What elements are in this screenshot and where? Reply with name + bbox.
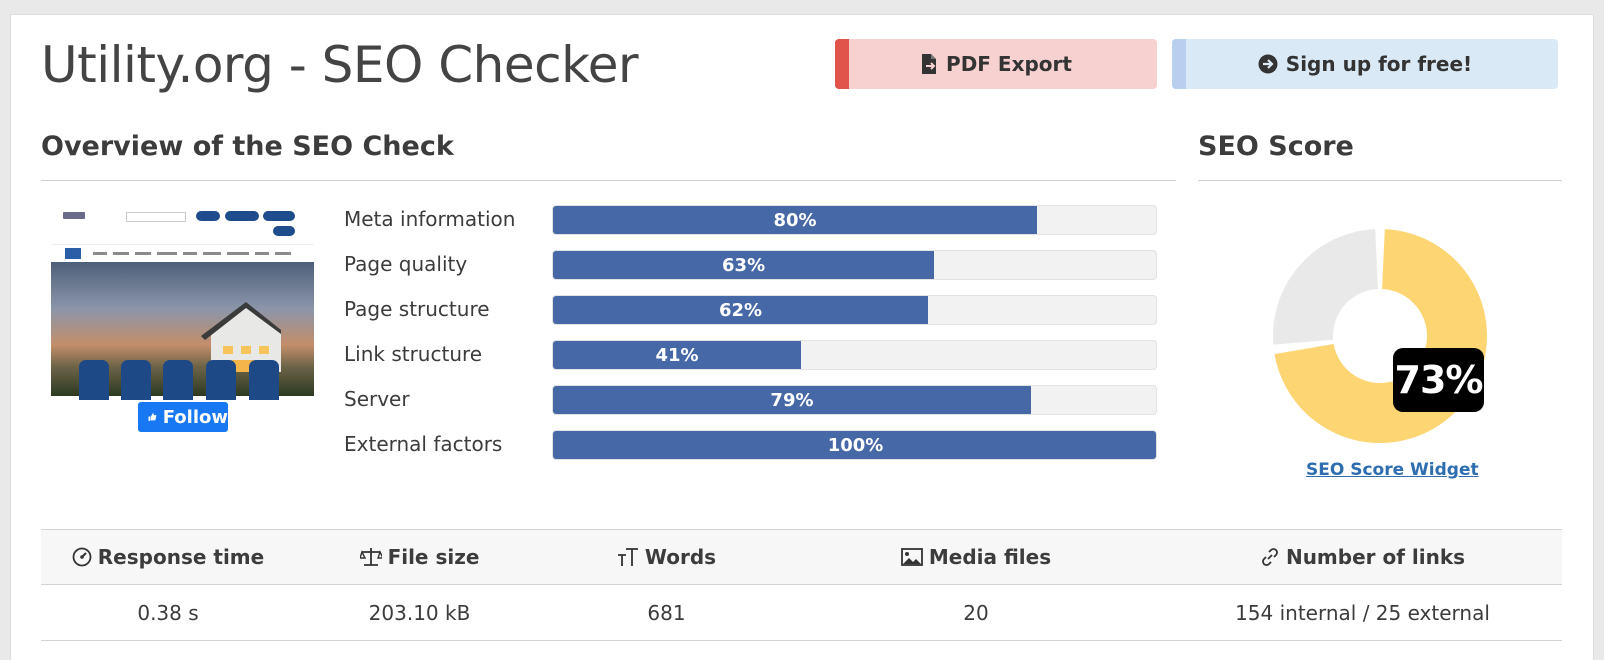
stats-header-label: Media files bbox=[928, 545, 1052, 569]
pdf-button-accent bbox=[835, 39, 849, 89]
stats-header-label: Number of links bbox=[1285, 545, 1466, 569]
arrow-circle-right-icon bbox=[1258, 54, 1278, 74]
metric-label: Link structure bbox=[344, 342, 483, 366]
number-of-links-value: 154 internal / 25 external bbox=[1235, 600, 1490, 625]
metric-label: Page structure bbox=[344, 297, 490, 321]
page-stats-table: Response time File size Words Media file… bbox=[41, 529, 1562, 643]
metric-label: Page quality bbox=[344, 252, 468, 276]
pdf-export-button[interactable]: PDF Export bbox=[835, 39, 1157, 89]
donut-remaining-segment bbox=[1273, 229, 1378, 345]
stats-header-media-files: Media files bbox=[789, 530, 1163, 584]
seo-score-widget-link[interactable]: SEO Score Widget bbox=[1306, 460, 1479, 480]
scale-icon bbox=[359, 548, 382, 566]
metric-bar-fill: 80% bbox=[553, 206, 1037, 234]
link-icon bbox=[1262, 548, 1278, 566]
metric-bar-track: 62% bbox=[552, 295, 1157, 325]
metric-bar-fill: 79% bbox=[553, 386, 1031, 414]
metric-bar-track: 41% bbox=[552, 340, 1157, 370]
stats-header-label: Response time bbox=[97, 545, 265, 569]
metric-bar-fill: 100% bbox=[553, 431, 1156, 459]
stats-header-label: File size bbox=[387, 545, 480, 569]
sign-up-button-accent bbox=[1172, 39, 1186, 89]
metric-bar-fill: 41% bbox=[553, 341, 802, 369]
file-size-value: 203.10 kB bbox=[368, 600, 471, 625]
file-export-icon bbox=[922, 54, 937, 74]
stats-value-row: 0.38 s 203.10 kB 681 20 154 internal / 2… bbox=[41, 585, 1562, 641]
metric-bar-fill: 62% bbox=[553, 296, 929, 324]
overview-heading: Overview of the SEO Check bbox=[41, 131, 454, 162]
sign-up-button[interactable]: Sign up for free! bbox=[1172, 39, 1558, 89]
metric-bar-track: 80% bbox=[552, 205, 1157, 235]
text-size-icon bbox=[617, 548, 638, 566]
stats-header-row: Response time File size Words Media file… bbox=[41, 530, 1562, 585]
thumbs-up-icon bbox=[148, 413, 157, 421]
sign-up-label: Sign up for free! bbox=[1285, 52, 1473, 76]
media-files-value: 20 bbox=[963, 600, 989, 625]
stats-header-file-size: File size bbox=[295, 530, 544, 584]
metric-bar-track: 79% bbox=[552, 385, 1157, 415]
metric-label: Server bbox=[344, 387, 410, 411]
overview-divider bbox=[41, 180, 1176, 181]
follow-label: Follow bbox=[162, 406, 228, 428]
image-icon bbox=[900, 548, 923, 566]
seo-score-divider bbox=[1198, 180, 1562, 181]
stats-header-number-of-links: Number of links bbox=[1163, 530, 1562, 584]
words-value: 681 bbox=[647, 600, 686, 625]
stats-header-response-time: Response time bbox=[41, 530, 295, 584]
gauge-icon bbox=[72, 547, 92, 567]
stats-header-label: Words bbox=[644, 545, 717, 569]
website-screenshot-thumbnail bbox=[51, 206, 314, 401]
seo-score-heading: SEO Score bbox=[1198, 131, 1354, 162]
response-time-value: 0.38 s bbox=[137, 600, 199, 625]
pdf-export-label: PDF Export bbox=[946, 52, 1072, 76]
metric-label: Meta information bbox=[344, 207, 516, 231]
metric-bar-track: 63% bbox=[552, 250, 1157, 280]
page-title: Utility.org - SEO Checker bbox=[41, 36, 639, 94]
seo-score-value: 73% bbox=[1393, 348, 1484, 412]
stats-header-words: Words bbox=[544, 530, 789, 584]
metric-bar-track: 100% bbox=[552, 430, 1157, 460]
seo-score-donut-chart bbox=[1273, 229, 1487, 444]
metric-bar-fill: 63% bbox=[553, 251, 935, 279]
facebook-follow-button[interactable]: Follow bbox=[138, 402, 228, 432]
metric-label: External factors bbox=[344, 432, 503, 456]
